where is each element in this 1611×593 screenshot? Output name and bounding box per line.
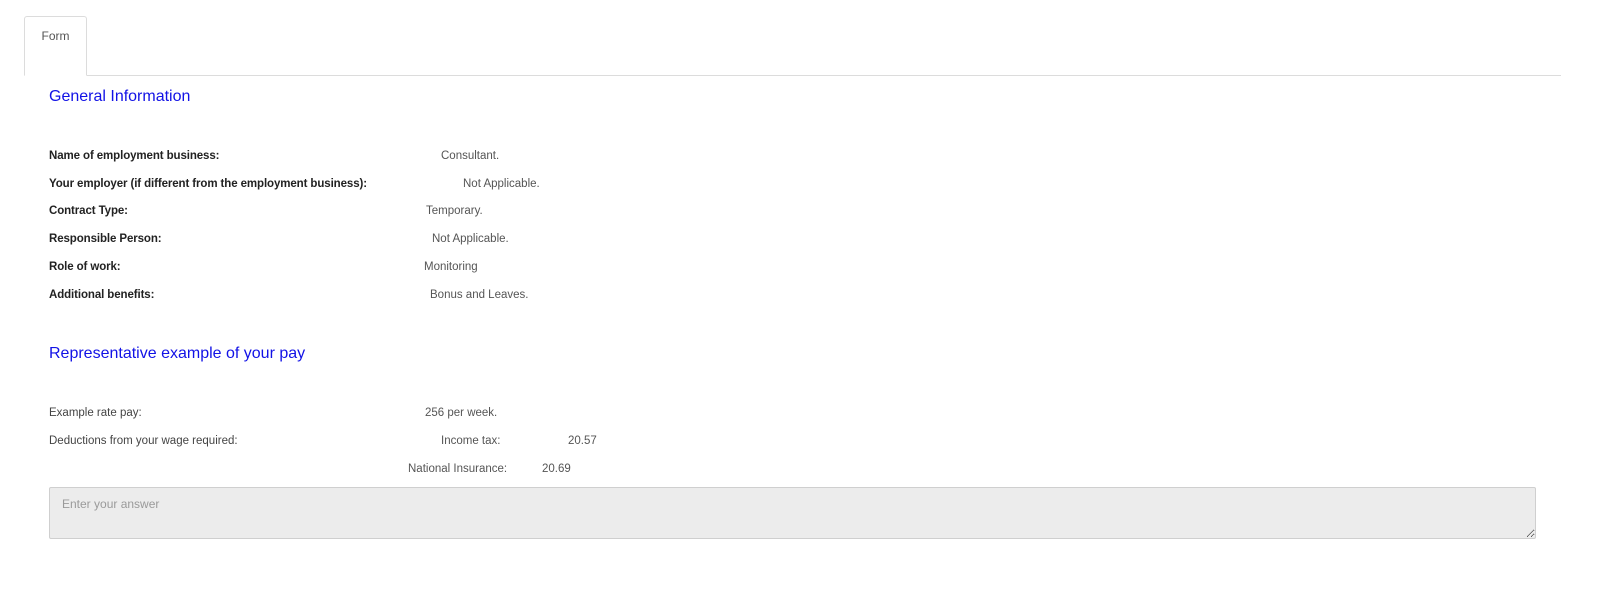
responsible-person-label: Responsible Person:: [49, 233, 162, 245]
income-tax-label: Income tax:: [441, 435, 501, 447]
form-page: Form General Information Name of employm…: [0, 0, 1611, 593]
rate-pay-value: 256 per week.: [425, 407, 498, 419]
answer-field-wrapper: [49, 487, 1536, 539]
additional-benefits-label: Additional benefits:: [49, 289, 155, 301]
employment-business-value: Consultant.: [441, 150, 500, 162]
tab-form[interactable]: Form: [24, 16, 87, 76]
role-of-work-value: Monitoring: [424, 261, 478, 273]
additional-benefits-value: Bonus and Leaves.: [430, 289, 529, 301]
contract-type-label: Contract Type:: [49, 205, 128, 217]
general-information-heading: General Information: [49, 88, 191, 105]
employer-value: Not Applicable.: [463, 178, 540, 190]
answer-textarea[interactable]: [49, 487, 1536, 539]
income-tax-value: 20.57: [568, 435, 597, 447]
contract-type-value: Temporary.: [426, 205, 483, 217]
responsible-person-value: Not Applicable.: [432, 233, 509, 245]
role-of-work-label: Role of work:: [49, 261, 121, 273]
employer-label: Your employer (if different from the emp…: [49, 178, 367, 190]
deductions-label: Deductions from your wage required:: [49, 435, 238, 447]
employment-business-label: Name of employment business:: [49, 150, 220, 162]
national-insurance-value: 20.69: [542, 463, 571, 475]
tab-bar: Form: [24, 16, 1561, 76]
rate-pay-label: Example rate pay:: [49, 407, 142, 419]
pay-example-heading: Representative example of your pay: [49, 345, 306, 362]
national-insurance-label: National Insurance:: [408, 463, 508, 475]
